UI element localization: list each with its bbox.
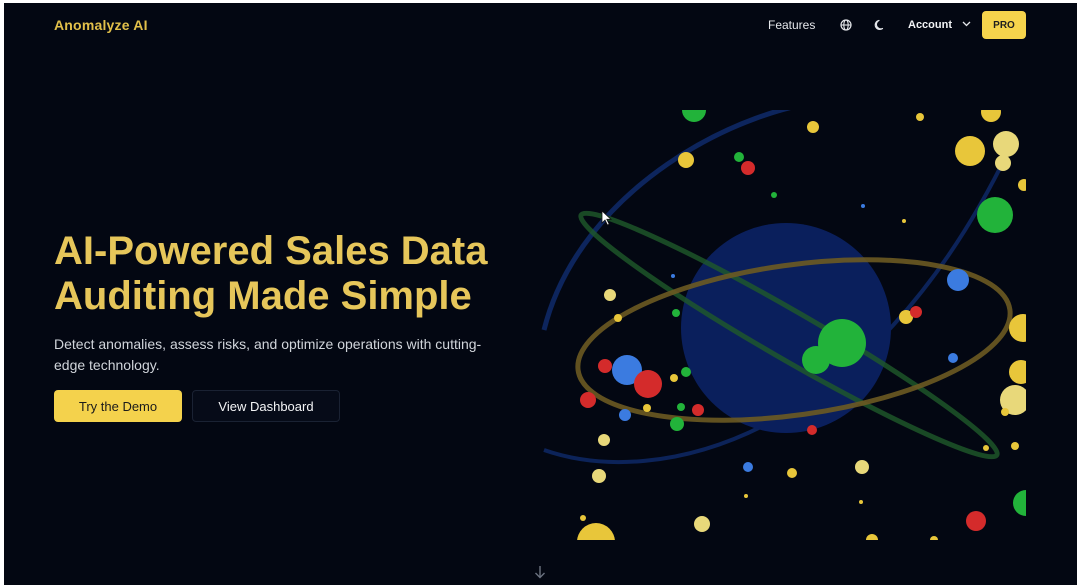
arrow-down-icon[interactable]	[533, 565, 547, 581]
hero-subtitle: Detect anomalies, assess risks, and opti…	[54, 336, 482, 373]
try-demo-button[interactable]: Try the Demo	[54, 390, 182, 422]
moon-icon[interactable]	[872, 17, 888, 33]
account-label: Account	[908, 19, 952, 31]
hero-title-line-2: Auditing Made Simple	[54, 274, 472, 318]
nav-link-features[interactable]: Features	[768, 18, 815, 32]
top-navigation: Anomalyze AI Features Account PRO	[4, 3, 1077, 49]
pro-button[interactable]: PRO	[982, 11, 1026, 39]
anomaly-visualization[interactable]	[539, 110, 1026, 540]
globe-icon[interactable]	[838, 17, 854, 33]
hero-title: AI-Powered Sales Data Auditing Made Simp…	[54, 229, 554, 319]
view-dashboard-button[interactable]: View Dashboard	[192, 390, 340, 422]
account-menu[interactable]: Account	[908, 18, 971, 31]
app-window: Anomalyze AI Features Account PRO AI-Pow…	[4, 3, 1077, 585]
hero-title-line-1: AI-Powered Sales Data	[54, 229, 488, 273]
brand-logo[interactable]: Anomalyze AI	[54, 17, 148, 33]
chevron-down-icon	[962, 18, 971, 30]
mouse-cursor-icon	[601, 210, 613, 226]
